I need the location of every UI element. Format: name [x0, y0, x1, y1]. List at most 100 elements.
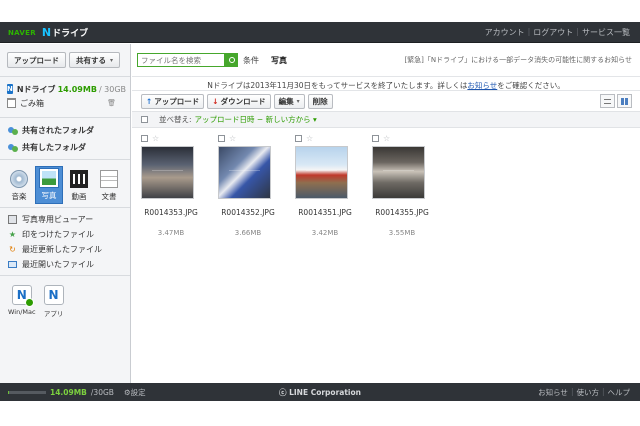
file-controls: ☆	[218, 134, 236, 143]
bottom-bar: 14.09MB /30GB ⚙設定 ⓒ LINE Corporation お知ら…	[0, 383, 640, 401]
search-button[interactable]	[225, 53, 238, 67]
footer-help-link[interactable]: ヘルプ	[608, 387, 631, 398]
search-bar: 条件 写真 [緊急]「Nドライブ」における一部データ消失の可能性に関するお知らせ	[132, 44, 640, 77]
sidebar-item-photo-viewer[interactable]: 写真専用ビューアー	[8, 212, 130, 227]
file-grid: ☆ R0014353.JPG 3.47MB ☆ R0014352.JPG 3.6…	[132, 128, 640, 237]
photo-icon	[39, 168, 59, 188]
urgent-notice-link[interactable]: [緊急]「Nドライブ」における一部データ消失の可能性に関するお知らせ	[404, 55, 632, 65]
service-end-notice: Nドライブは2013年11月30日をもってサービスを終了いたします。詳しくはお知…	[132, 77, 640, 91]
trash-label: ごみ箱	[20, 98, 44, 108]
sort-dropdown[interactable]: アップロード日時 − 新しい方から ▾	[195, 114, 317, 125]
grid-icon	[621, 97, 628, 105]
app-mobile[interactable]: N アプリ	[43, 285, 64, 318]
shared-people-icon	[8, 143, 19, 152]
type-label: 音楽	[11, 192, 27, 201]
chevron-down-icon: ▾	[296, 97, 300, 105]
ndrive-n-logo: N	[41, 26, 52, 39]
drive-used: 14.09MB	[57, 84, 97, 94]
drive-item[interactable]: N Nドライブ 14.09MB / 30GB	[7, 82, 126, 96]
logout-link[interactable]: ログアウト	[533, 27, 573, 38]
select-all-checkbox[interactable]	[141, 116, 148, 123]
footer-howto-link[interactable]: 使い方	[576, 387, 599, 398]
trash-icon	[7, 98, 16, 108]
footer-links: お知らせ | 使い方 | ヘルプ	[538, 387, 630, 398]
file-toolbar: ↑ アップロード ↓ ダウンロード 編集 ▾ 削除	[132, 91, 640, 111]
thumbnail-view-button[interactable]	[617, 94, 632, 108]
sidebar-item-recently-opened[interactable]: 最近開いたファイル	[8, 257, 130, 272]
account-link[interactable]: アカウント	[485, 27, 525, 38]
separator: |	[527, 27, 531, 36]
file-controls: ☆	[141, 134, 159, 143]
sidebar-item-recently-updated[interactable]: ↻ 最近更新したファイル	[8, 242, 130, 257]
trash-item[interactable]: ごみ箱 🗑	[7, 96, 124, 110]
viewer-icon	[8, 215, 17, 224]
edit-label: 編集	[278, 96, 294, 106]
ndrive-title: ドライブ	[52, 29, 89, 39]
service-list-link[interactable]: サービス一覧	[582, 27, 630, 38]
file-checkbox[interactable]	[141, 135, 148, 142]
file-controls: ☆	[372, 134, 390, 143]
sidebar-item-label: 共有されたフォルダ	[22, 126, 94, 135]
file-item[interactable]: ☆ R0014355.JPG 3.55MB	[372, 134, 449, 237]
type-video[interactable]: 動画	[65, 166, 93, 204]
sidebar-item-label: 印をつけたファイル	[22, 230, 94, 239]
naver-logo[interactable]: NAVER	[8, 29, 36, 37]
file-item[interactable]: ☆ R0014353.JPG 3.47MB	[141, 134, 218, 237]
type-document[interactable]: 文書	[95, 166, 123, 204]
photo-thumbnail[interactable]	[295, 146, 348, 199]
list-icon	[604, 98, 611, 104]
photo-thumbnail[interactable]	[218, 146, 271, 199]
app-label: アプリ	[43, 310, 64, 318]
app-win-mac[interactable]: N Win/Mac	[8, 285, 36, 318]
file-checkbox[interactable]	[218, 135, 225, 142]
file-size: 3.66MB	[234, 229, 262, 237]
file-name[interactable]: R0014351.JPG	[295, 208, 355, 217]
empty-trash-icon[interactable]: 🗑	[107, 99, 116, 107]
type-photo[interactable]: 写真	[35, 166, 63, 204]
sync-badge-icon	[24, 298, 34, 307]
separator: |	[570, 387, 574, 396]
folder-icon	[8, 261, 17, 268]
sort-bar: 並べ替え: アップロード日時 − 新しい方から ▾	[132, 111, 640, 128]
edit-button[interactable]: 編集 ▾	[273, 93, 305, 109]
file-item[interactable]: ☆ R0014352.JPG 3.66MB	[218, 134, 295, 237]
star-icon[interactable]: ☆	[306, 134, 313, 143]
file-item[interactable]: ☆ R0014351.JPG 3.42MB	[295, 134, 372, 237]
separator: |	[576, 27, 579, 36]
delete-button[interactable]: 削除	[307, 93, 333, 109]
sidebar-item-label: 最近開いたファイル	[22, 260, 94, 269]
upload-button[interactable]: ↑ アップロード	[141, 93, 205, 109]
photo-thumbnail[interactable]	[141, 146, 194, 199]
sidebar-item-shared-with-me[interactable]: 共有されたフォルダ	[8, 122, 130, 139]
document-icon	[100, 170, 118, 188]
notice-link[interactable]: お知らせ	[467, 81, 497, 90]
file-controls: ☆	[295, 134, 313, 143]
condition-link[interactable]: 条件	[243, 55, 259, 66]
sidebar-upload-button[interactable]: アップロード	[7, 52, 66, 68]
sidebar-menu: 写真専用ビューアー ★ 印をつけたファイル ↻ 最近更新したファイル 最近開いた…	[0, 208, 130, 276]
file-checkbox[interactable]	[372, 135, 379, 142]
star-icon[interactable]: ☆	[229, 134, 236, 143]
star-icon[interactable]: ☆	[152, 134, 159, 143]
file-name[interactable]: R0014355.JPG	[372, 208, 432, 217]
sidebar-item-shared-by-me[interactable]: 共有したフォルダ	[8, 139, 130, 156]
file-name[interactable]: R0014352.JPG	[218, 208, 278, 217]
sidebar-share-button[interactable]: 共有する ▾	[69, 52, 121, 68]
upload-arrow-icon: ↑	[146, 96, 153, 106]
file-name[interactable]: R0014353.JPG	[141, 208, 201, 217]
sidebar-item-starred[interactable]: ★ 印をつけたファイル	[8, 227, 130, 242]
type-music[interactable]: 音楽	[5, 166, 33, 204]
file-checkbox[interactable]	[295, 135, 302, 142]
star-icon[interactable]: ☆	[383, 134, 390, 143]
list-view-button[interactable]	[600, 94, 615, 108]
film-icon	[70, 170, 88, 188]
footer-notice-link[interactable]: お知らせ	[538, 387, 568, 398]
top-bar: NAVER N ドライブ アカウント | ログアウト | サービス一覧	[0, 22, 640, 43]
search-input[interactable]	[137, 53, 225, 67]
storage-section: N Nドライブ 14.09MB / 30GB ごみ箱 🗑	[0, 77, 130, 118]
page-title: 写真	[271, 55, 287, 65]
brand-logo[interactable]: NAVER N ドライブ	[8, 26, 88, 39]
download-button[interactable]: ↓ ダウンロード	[207, 93, 271, 109]
file-size: 3.55MB	[388, 229, 416, 237]
photo-thumbnail[interactable]	[372, 146, 425, 199]
